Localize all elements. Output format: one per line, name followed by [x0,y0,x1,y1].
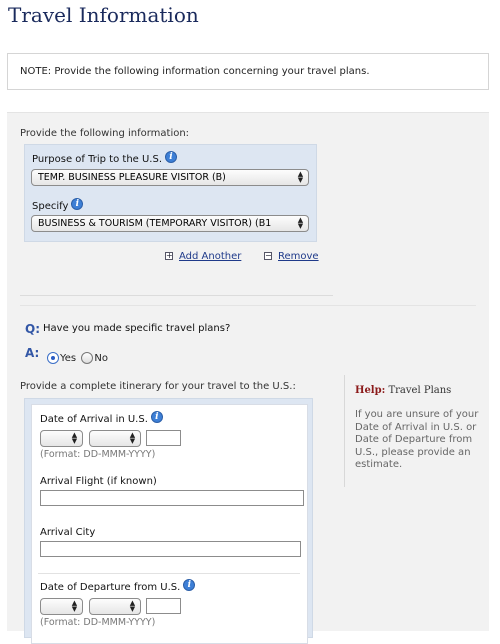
arrival-city-input[interactable] [40,541,301,557]
add-another-link[interactable]: + Add Another [165,251,241,262]
specify-label: Specify [32,201,69,212]
help-panel: Help: Travel Plans If you are unsure of … [344,375,489,487]
arrival-city-label: Arrival City [40,527,96,538]
remove-link[interactable]: − Remove [264,251,319,262]
itinerary-intro: Provide a complete itinerary for your tr… [20,381,296,392]
up-down-arrows-icon: ▲ ▼ [129,431,136,445]
up-down-arrows-icon: ▲ ▼ [71,431,78,445]
purpose-select-value: TEMP. BUSINESS PLEASURE VISITOR (B) [38,172,226,183]
radio-no-label: No [94,353,108,364]
departure-date-hint: (Format: DD-MMM-YYYY) [40,617,156,628]
help-prefix: Help: [355,385,386,396]
minus-icon: − [264,251,272,260]
question-q-label: Q: [25,322,40,336]
radio-yes-label: Yes [60,353,77,364]
purpose-label-row: Purpose of Trip to the U.S. i [32,151,178,165]
departure-date-label: Date of Departure from U.S. [40,582,181,593]
itinerary-divider [38,573,300,574]
help-title: Help: Travel Plans [355,385,451,396]
page-title: Travel Information [8,3,199,27]
up-down-arrows-icon: ▲ ▼ [297,216,304,230]
note-box: NOTE: Provide the following information … [7,53,489,90]
info-icon[interactable]: i [183,579,196,591]
info-icon[interactable]: i [165,151,178,163]
specify-select[interactable]: BUSINESS & TOURISM (TEMPORARY VISITOR) (… [31,215,309,232]
up-down-arrows-icon: ▲ ▼ [297,170,304,184]
itinerary-box: Date of Arrival in U.S. i ▲ ▼ ▲ ▼ (Format: … [24,398,313,644]
help-title-text: Travel Plans [388,385,452,396]
departure-date-label-row: Date of Departure from U.S. i [40,579,196,593]
departure-year-input[interactable] [146,598,181,614]
departure-month-select[interactable]: ▲ ▼ [89,598,141,615]
radio-no[interactable] [81,352,94,364]
section-divider [20,295,333,296]
answer-a-label: A: [25,346,40,360]
remove-text[interactable]: Remove [278,251,319,262]
itinerary-inner: Date of Arrival in U.S. i ▲ ▼ ▲ ▼ (Format: … [31,404,308,644]
info-icon[interactable]: i [150,411,163,423]
arrival-date-label-row: Date of Arrival in U.S. i [40,411,163,425]
up-down-arrows-icon: ▲ ▼ [129,599,136,613]
up-down-arrows-icon: ▲ ▼ [71,599,78,613]
purpose-label: Purpose of Trip to the U.S. [32,154,163,165]
note-text: NOTE: Provide the following information … [20,66,370,77]
purpose-select[interactable]: TEMP. BUSINESS PLEASURE VISITOR (B) ▲ ▼ [31,169,309,186]
departure-day-select[interactable]: ▲ ▼ [40,598,83,615]
radio-yes[interactable] [47,352,59,364]
form-panel: Provide the following information: Purpo… [7,112,489,644]
form-intro: Provide the following information: [20,128,190,139]
specify-select-value: BUSINESS & TOURISM (TEMPORARY VISITOR) (… [38,218,272,229]
info-icon[interactable]: i [71,198,84,210]
arrival-year-input[interactable] [146,430,181,446]
question-text: Have you made specific travel plans? [43,323,231,334]
arrival-date-label: Date of Arrival in U.S. [40,414,148,425]
purpose-box: Purpose of Trip to the U.S. i TEMP. BUSIN… [24,144,317,242]
section-divider [20,305,476,306]
help-body: If you are unsure of your Date of Arriva… [355,409,479,470]
add-another-text[interactable]: Add Another [179,251,241,262]
arrival-day-select[interactable]: ▲ ▼ [40,430,83,447]
arrival-month-select[interactable]: ▲ ▼ [89,430,141,447]
arrival-flight-label: Arrival Flight (if known) [40,476,157,487]
arrival-flight-input[interactable] [40,490,304,506]
travel-plans-radio-group: Yes No [47,352,110,364]
specify-label-row: Specify i [32,198,84,212]
plus-icon: + [165,251,173,260]
arrival-date-hint: (Format: DD-MMM-YYYY) [40,449,156,460]
